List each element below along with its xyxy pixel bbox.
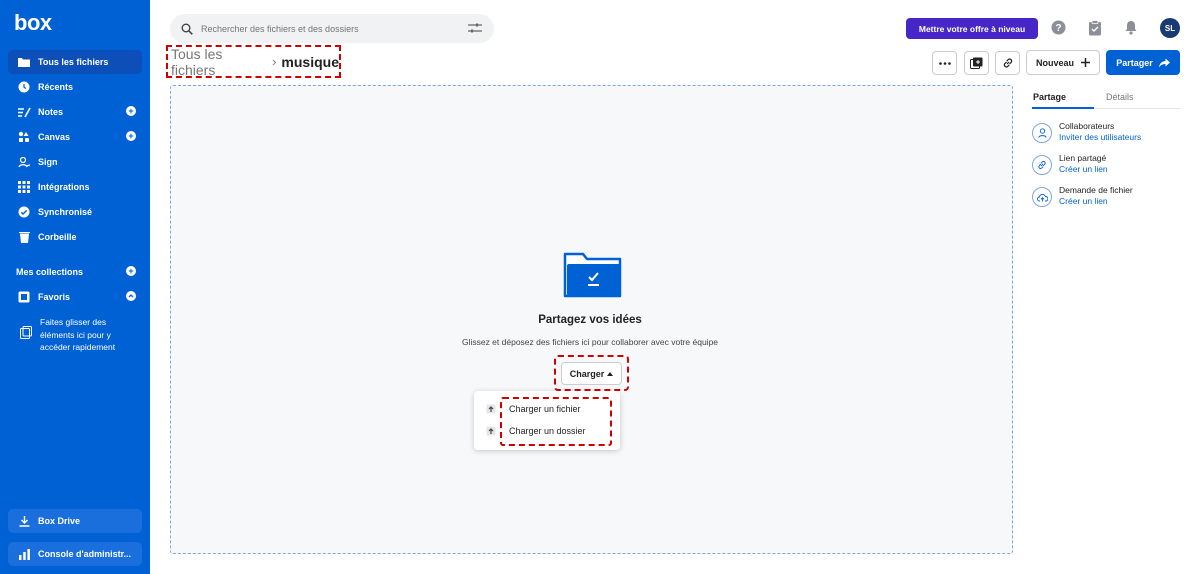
box-logo[interactable]: box — [14, 10, 52, 36]
sidebar-item-label: Tous les fichiers — [38, 57, 109, 67]
tasks-clipboard-icon[interactable] — [1088, 20, 1102, 36]
upload-button[interactable]: Charger — [561, 362, 622, 385]
breadcrumb-current: musique — [281, 53, 339, 70]
sidebar-item-label: Synchronisé — [38, 207, 93, 217]
tab-sharing[interactable]: Partage — [1033, 92, 1066, 102]
sidebar-item-trash[interactable]: Corbeille — [8, 225, 142, 249]
breadcrumb-chevron-icon: › — [272, 54, 277, 69]
sidebar-item-notes[interactable]: Notes + — [8, 100, 142, 124]
upgrade-button[interactable]: Mettre votre offre à niveau — [906, 18, 1038, 39]
admin-console-button[interactable]: Console d'administr... — [8, 542, 142, 566]
sidebar-item-label: Notes — [38, 107, 64, 117]
copy-link-button[interactable] — [995, 51, 1020, 75]
favorites-drop-hint: Faites glisser des éléments ici pour y a… — [20, 316, 140, 354]
sidebar-item-synced[interactable]: Synchronisé — [8, 200, 142, 224]
clock-icon — [13, 80, 35, 94]
shared-folder-illustration-icon — [563, 252, 622, 298]
link-icon — [1032, 155, 1052, 175]
favorites-icon — [13, 290, 35, 304]
sidebar-item-sign[interactable]: Sign — [8, 150, 142, 174]
breadcrumb: Tous les fichiers › musique — [166, 45, 341, 78]
invite-users-link[interactable]: Inviter des utilisateurs — [1059, 132, 1141, 142]
collapse-favorites-icon[interactable] — [126, 291, 136, 301]
cloud-upload-icon — [1032, 187, 1052, 207]
dropzone-subtitle: Glissez et déposez des fichiers ici pour… — [461, 337, 719, 347]
file-request-section[interactable]: Demande de fichier Créer un lien — [1032, 185, 1133, 207]
sidebar-item-label: Intégrations — [38, 182, 90, 192]
user-avatar[interactable]: SL — [1160, 18, 1180, 38]
grid-icon — [13, 180, 35, 194]
tab-details[interactable]: Détails — [1106, 92, 1134, 102]
new-button[interactable]: Nouveau — [1026, 50, 1100, 75]
sidebar-item-label: Récents — [38, 82, 74, 92]
drop-target-icon — [20, 326, 32, 354]
person-icon — [1032, 123, 1052, 143]
bar-chart-icon — [13, 548, 35, 560]
share-button[interactable]: Partager — [1106, 50, 1180, 75]
check-circle-icon — [13, 205, 35, 219]
sidebar-item-integrations[interactable]: Intégrations — [8, 175, 142, 199]
search-input[interactable] — [201, 23, 451, 34]
create-link-link[interactable]: Créer un lien — [1059, 164, 1108, 174]
sidebar-item-recents[interactable]: Récents — [8, 75, 142, 99]
search-icon — [181, 23, 193, 35]
notes-icon — [13, 105, 35, 119]
link-icon — [1003, 58, 1012, 68]
upload-arrow-icon — [486, 426, 496, 436]
sidebar-item-all-files[interactable]: Tous les fichiers — [8, 50, 142, 74]
sidebar-item-label: Corbeille — [38, 232, 77, 242]
collections-icon — [970, 57, 983, 69]
sidebar-item-canvas[interactable]: Canvas + — [8, 125, 142, 149]
upload-arrow-icon — [486, 404, 496, 414]
search-bar[interactable] — [170, 14, 494, 43]
collaborators-section[interactable]: Collaborateurs Inviter des utilisateurs — [1032, 121, 1141, 143]
trash-icon — [13, 230, 35, 244]
help-icon[interactable]: ? — [1051, 20, 1066, 35]
notifications-bell-icon[interactable] — [1124, 20, 1138, 35]
breadcrumb-root[interactable]: Tous les fichiers — [171, 46, 267, 78]
box-drive-button[interactable]: Box Drive — [8, 509, 142, 533]
add-canvas-icon[interactable]: + — [126, 131, 136, 141]
more-options-button[interactable] — [932, 51, 957, 75]
filter-sliders-icon[interactable] — [468, 23, 482, 33]
sidebar-item-favorites[interactable]: Favoris — [8, 285, 142, 309]
plus-icon — [1081, 58, 1090, 67]
folder-icon — [13, 55, 35, 69]
download-icon — [13, 515, 35, 527]
sidebar-my-collections[interactable]: Mes collections + — [8, 260, 142, 284]
sidebar-item-label: Canvas — [38, 132, 71, 142]
add-note-icon[interactable]: + — [126, 106, 136, 116]
more-dots-icon — [938, 61, 951, 65]
collections-label: Mes collections — [16, 267, 84, 277]
dropzone-title: Partagez vos idées — [538, 314, 642, 326]
canvas-icon — [13, 130, 35, 144]
sign-icon — [13, 155, 35, 169]
add-collection-icon[interactable]: + — [126, 266, 136, 276]
sidebar-item-label: Favoris — [38, 292, 71, 302]
active-tab-indicator — [1032, 107, 1094, 109]
menu-highlight — [500, 397, 612, 446]
create-request-link[interactable]: Créer un lien — [1059, 196, 1133, 206]
shared-link-section[interactable]: Lien partagé Créer un lien — [1032, 153, 1108, 175]
collections-button[interactable] — [964, 51, 989, 75]
sidebar: box Tous les fichiers Récents Notes + Ca… — [0, 0, 150, 574]
sidebar-item-label: Sign — [38, 157, 58, 167]
share-arrow-icon — [1158, 58, 1170, 67]
svg-text:?: ? — [1055, 23, 1061, 34]
caret-up-icon — [607, 371, 614, 376]
